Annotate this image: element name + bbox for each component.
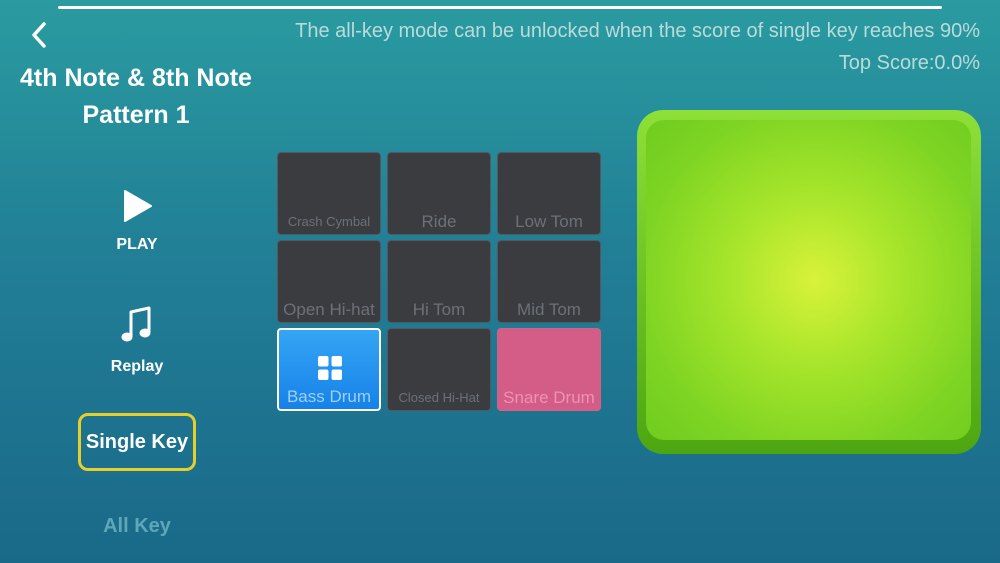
big-tap-pad-surface [646,120,971,440]
drum-pad-grid: Crash Cymbal Ride Low Tom Open Hi-hat Hi… [277,152,601,411]
pad-low-tom[interactable]: Low Tom [497,152,601,235]
top-score: Top Score:0.0% [838,52,980,74]
play-label: PLAY [116,236,158,253]
lesson-title-line1: 4th Note & 8th Note [20,64,252,92]
pad-label: Open Hi-hat [283,300,375,319]
single-key-button[interactable]: Single Key [78,413,196,471]
pad-snare-drum[interactable]: Snare Drum [497,328,601,411]
music-note-icon [121,306,151,342]
lesson-title-line2: Pattern 1 [82,101,190,129]
big-tap-pad[interactable] [637,110,981,454]
pad-label: Mid Tom [517,300,581,319]
all-key-button[interactable]: All Key [78,497,196,555]
pad-label: Closed Hi-Hat [398,390,480,405]
pad-label: Hi Tom [412,300,466,319]
chevron-left-icon [32,22,46,48]
pad-label: Bass Drum [286,387,372,406]
play-icon [124,190,152,222]
pad-ride[interactable]: Ride [387,152,491,235]
progress-line [58,6,942,9]
lesson-title: 4th Note & 8th Note Pattern 1 [0,60,272,134]
pad-mid-tom[interactable]: Mid Tom [497,240,601,323]
replay-label: Replay [110,358,164,375]
pad-crash-cymbal[interactable]: Crash Cymbal [277,152,381,235]
pad-label: Crash Cymbal [287,214,371,229]
pad-open-hi-hat[interactable]: Open Hi-hat [277,240,381,323]
pad-bass-drum[interactable]: Bass Drum [277,328,381,411]
play-button[interactable]: PLAY [77,188,197,254]
back-button[interactable] [24,18,54,52]
pad-label: Low Tom [515,212,583,231]
replay-button[interactable]: Replay [77,306,197,376]
pad-label: Ride [421,212,457,231]
pad-hi-tom[interactable]: Hi Tom [387,240,491,323]
grid-icon [318,356,342,380]
pad-closed-hi-hat[interactable]: Closed Hi-Hat [387,328,491,411]
unlock-notice: The all-key mode can be unlocked when th… [295,20,980,42]
pad-label: Snare Drum [503,388,595,407]
